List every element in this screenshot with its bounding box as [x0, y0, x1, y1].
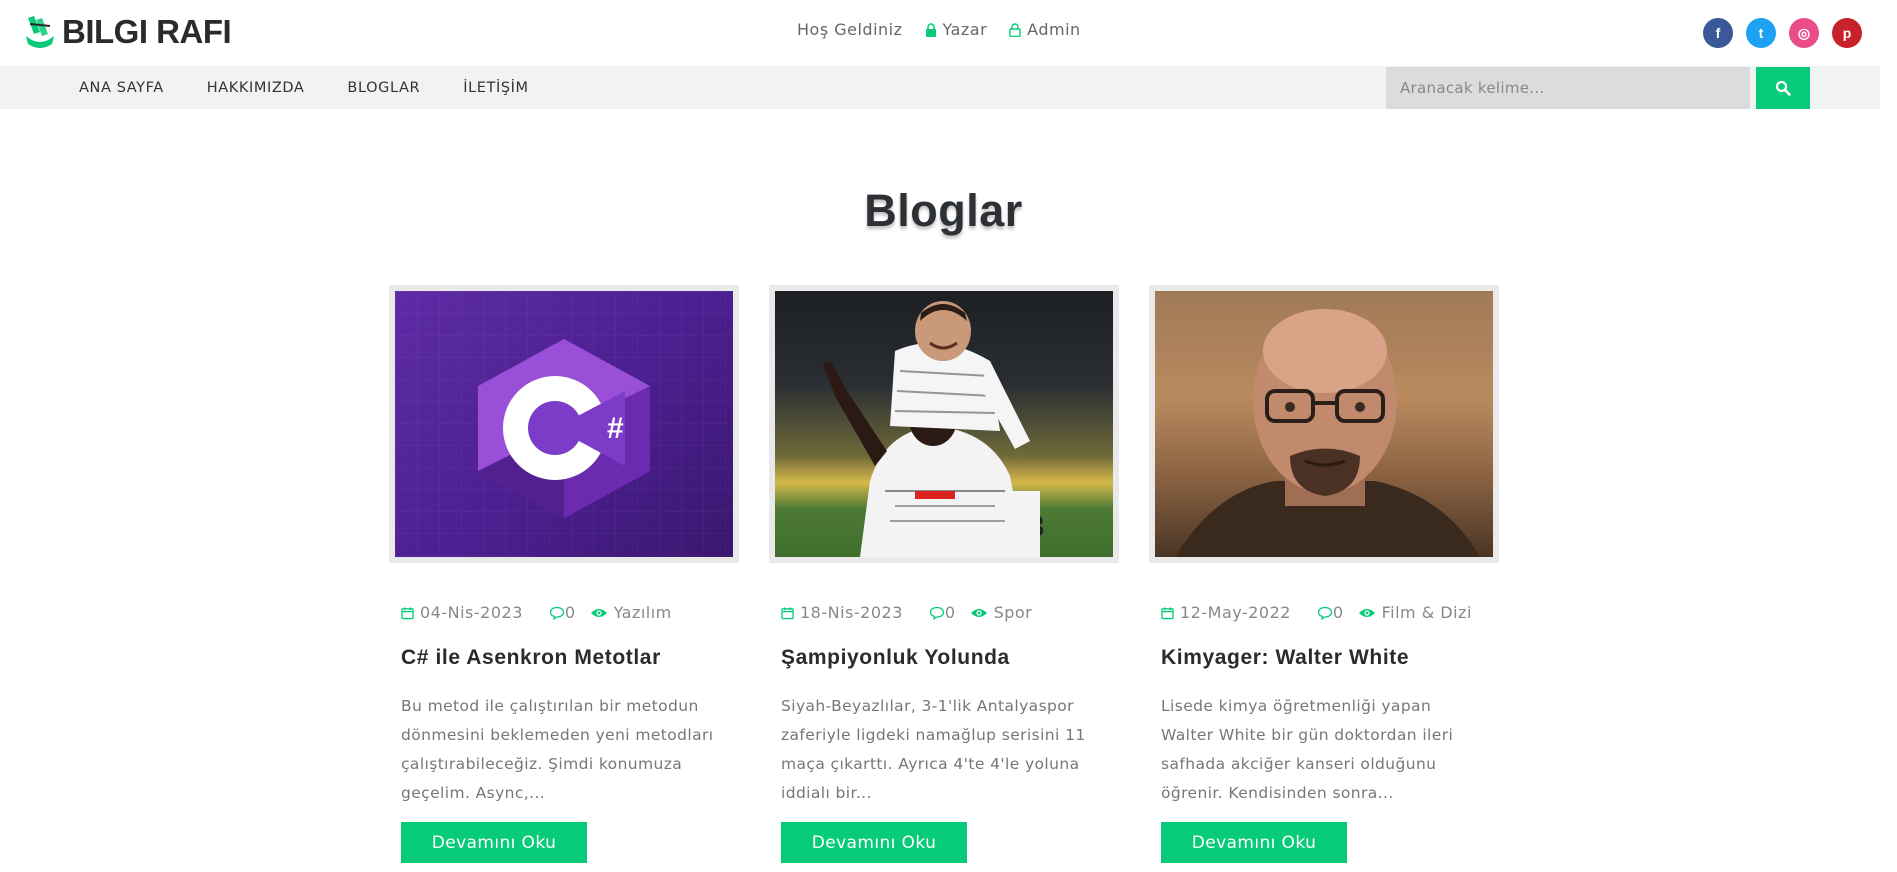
- players-illustration: 23: [823, 301, 1044, 557]
- nav-item-about[interactable]: HAKKIMIZDA: [207, 80, 305, 96]
- search-icon: [1775, 80, 1791, 96]
- site-logo[interactable]: BILGI RAFI: [24, 12, 232, 52]
- post-title[interactable]: C# ile Asenkron Metotlar: [401, 646, 661, 670]
- books-logo-icon: [26, 16, 54, 48]
- page-title: Bloglar: [864, 185, 1023, 236]
- comment-count: 0: [1332, 603, 1344, 622]
- read-more-button[interactable]: Devamını Oku: [401, 822, 587, 863]
- post-date: 18-Nis-2023: [800, 603, 903, 622]
- portrait-photo: [1155, 291, 1493, 557]
- post-excerpt: Siyah-Beyazlılar, 3-1'lik Antalyaspor za…: [781, 697, 1086, 802]
- post-meta: 18-Nis-2023 0 Spor: [781, 603, 1032, 622]
- blog-thumbnail[interactable]: [1149, 285, 1499, 563]
- post-date: 12-May-2022: [1180, 603, 1291, 622]
- eye-icon: [1358, 607, 1376, 619]
- post-title[interactable]: Şampiyonluk Yolunda: [781, 646, 1010, 670]
- blog-card: 23 18-Nis-2023 0 Spor Şampiyonluk Yolund…: [769, 285, 1119, 863]
- comment-icon: [929, 606, 945, 620]
- blog-thumbnail[interactable]: #: [389, 285, 739, 563]
- twitter-icon[interactable]: t: [1746, 18, 1776, 48]
- facebook-icon[interactable]: f: [1703, 18, 1733, 48]
- page-scrollbar[interactable]: [1880, 0, 1897, 872]
- pinterest-icon[interactable]: p: [1832, 18, 1862, 48]
- top-links: Hoş Geldiniz Yazar Admin: [797, 20, 1081, 39]
- nav-item-home[interactable]: ANA SAYFA: [79, 80, 164, 96]
- post-excerpt: Bu metod ile çalıştırılan bir metodun dö…: [401, 697, 714, 802]
- lock-outline-icon: [1009, 22, 1021, 37]
- social-links: f t ◎ p: [1703, 18, 1862, 48]
- post-meta: 04-Nis-2023 0 Yazılım: [401, 603, 672, 622]
- search-button[interactable]: [1756, 67, 1810, 109]
- csharp-logo-icon: #: [395, 291, 733, 557]
- dribbble-icon[interactable]: ◎: [1789, 18, 1819, 48]
- search-input[interactable]: [1386, 67, 1750, 109]
- post-category[interactable]: Yazılım: [614, 603, 672, 622]
- nav-menu: ANA SAYFA HAKKIMIZDA BLOGLAR İLETİŞİM: [79, 66, 529, 109]
- blog-thumbnail[interactable]: 23: [769, 285, 1119, 563]
- lock-icon: [925, 22, 936, 37]
- portrait-illustration: [1175, 309, 1480, 557]
- read-more-button[interactable]: Devamını Oku: [781, 822, 967, 863]
- calendar-icon: [781, 606, 794, 620]
- read-more-button[interactable]: Devamını Oku: [1161, 822, 1347, 863]
- calendar-icon: [1161, 606, 1174, 620]
- csharp-logo-image: #: [395, 291, 733, 557]
- post-meta: 12-May-2022 0 Film & Dizi: [1161, 603, 1472, 622]
- admin-link[interactable]: Admin: [1009, 20, 1081, 39]
- post-excerpt: Lisede kimya öğretmenliği yapan Walter W…: [1161, 697, 1454, 802]
- comment-count: 0: [944, 603, 956, 622]
- nav-item-contact[interactable]: İLETİŞİM: [463, 80, 528, 96]
- eye-icon: [590, 607, 608, 619]
- brand-name: BILGI RAFI: [62, 13, 232, 50]
- svg-text:#: #: [607, 412, 624, 445]
- author-link-label: Yazar: [942, 20, 988, 39]
- post-title[interactable]: Kimyager: Walter White: [1161, 646, 1409, 670]
- post-category[interactable]: Film & Dizi: [1382, 603, 1472, 622]
- football-players-photo: 23: [775, 291, 1113, 557]
- comment-icon: [549, 606, 565, 620]
- author-link[interactable]: Yazar: [925, 20, 988, 39]
- post-date: 04-Nis-2023: [420, 603, 523, 622]
- welcome-link[interactable]: Hoş Geldiniz: [797, 20, 903, 39]
- blog-card: # 04-Nis-2023 0 Yazılım C# ile Asenkron …: [389, 285, 739, 863]
- nav-item-blogs[interactable]: BLOGLAR: [347, 80, 420, 96]
- calendar-icon: [401, 606, 414, 620]
- comment-icon: [1317, 606, 1333, 620]
- top-bar: BILGI RAFI Hoş Geldiniz Yazar Admin f t …: [0, 0, 1897, 66]
- comment-count: 0: [564, 603, 576, 622]
- admin-link-label: Admin: [1027, 20, 1081, 39]
- post-category[interactable]: Spor: [994, 603, 1033, 622]
- blog-card: 12-May-2022 0 Film & Dizi Kimyager: Walt…: [1149, 285, 1499, 863]
- eye-icon: [970, 607, 988, 619]
